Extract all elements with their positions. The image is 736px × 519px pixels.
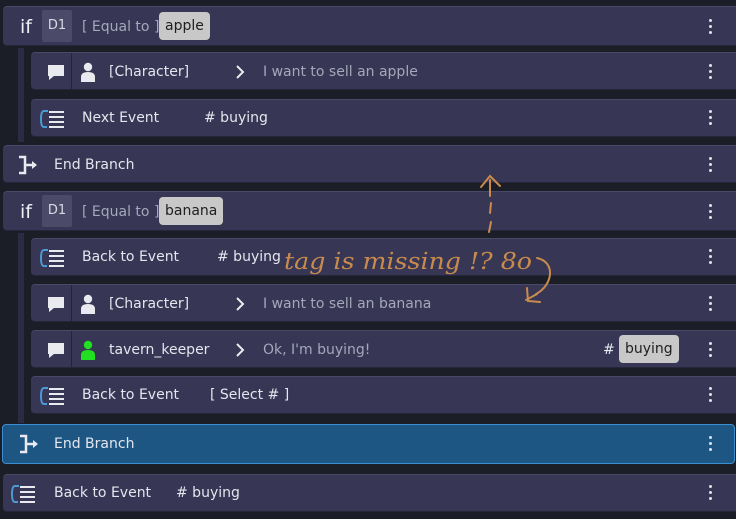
end-branch-label: End Branch — [54, 157, 135, 173]
character-selector[interactable]: [Character] — [109, 64, 189, 80]
jump-event-row[interactable]: Back to Event # buying — [31, 238, 736, 276]
speech-bubble-icon — [48, 343, 64, 358]
condition-row-apple[interactable]: if D1 [ Equal to ] apple — [3, 6, 736, 46]
jump-event-icon — [39, 249, 64, 267]
end-branch-row[interactable]: End Branch — [3, 145, 736, 183]
kebab-menu-icon[interactable] — [709, 387, 713, 405]
divider — [71, 53, 72, 89]
jump-event-row[interactable]: Back to Event [ Select # ] — [31, 376, 736, 414]
end-branch-icon — [20, 434, 38, 454]
kebab-menu-icon[interactable] — [709, 249, 713, 267]
person-icon — [81, 340, 95, 360]
jump-event-icon — [39, 387, 64, 405]
speech-bubble-icon — [48, 297, 64, 312]
kebab-menu-icon[interactable] — [709, 64, 713, 82]
kebab-menu-icon[interactable] — [709, 19, 713, 37]
text-event-row[interactable]: [Character] I want to sell an apple — [31, 52, 736, 90]
dialogue-text[interactable]: I want to sell an banana — [263, 296, 431, 312]
chevron-right-icon — [236, 65, 245, 79]
divider — [71, 285, 72, 321]
event-type-label: Back to Event — [82, 249, 180, 265]
event-tag[interactable]: # buying — [217, 249, 281, 265]
condition-operator[interactable]: [ Equal to ] — [82, 204, 159, 220]
jump-event-row[interactable]: Next Event # buying — [31, 99, 736, 137]
tag-chip[interactable]: buying — [619, 335, 679, 363]
end-branch-label: End Branch — [54, 436, 135, 452]
event-tag[interactable]: # buying — [176, 485, 240, 501]
condition-operator[interactable]: [ Equal to ] — [82, 19, 159, 35]
chevron-right-icon — [236, 297, 245, 311]
variable-chip[interactable]: D1 — [42, 195, 72, 227]
text-event-row[interactable]: [Character] I want to sell an banana — [31, 284, 736, 322]
dialogue-text[interactable]: I want to sell an apple — [263, 64, 418, 80]
kebab-menu-icon[interactable] — [709, 296, 713, 314]
kebab-menu-icon[interactable] — [709, 342, 713, 360]
tag-hash-label: # — [603, 342, 615, 358]
chevron-right-icon — [236, 343, 245, 357]
person-icon — [81, 62, 95, 82]
if-keyword: if — [20, 16, 32, 38]
end-branch-icon — [19, 155, 37, 175]
condition-value[interactable]: banana — [159, 197, 224, 225]
jump-event-icon — [39, 110, 64, 128]
kebab-menu-icon[interactable] — [709, 204, 713, 222]
divider — [71, 331, 72, 367]
text-event-row[interactable]: tavern_keeper Ok, I'm buying! # buying — [31, 330, 736, 368]
event-type-label: Next Event — [82, 110, 160, 126]
kebab-menu-icon[interactable] — [709, 485, 713, 503]
condition-value[interactable]: apple — [159, 12, 210, 40]
dialogue-text[interactable]: Ok, I'm buying! — [263, 342, 370, 358]
end-branch-row-selected[interactable]: End Branch — [2, 424, 735, 464]
event-tag-selector[interactable]: [ Select # ] — [210, 387, 289, 403]
character-selector[interactable]: [Character] — [109, 296, 189, 312]
branch-rail — [18, 48, 24, 142]
event-type-label: Back to Event — [82, 387, 180, 403]
character-selector[interactable]: tavern_keeper — [109, 342, 209, 358]
jump-event-icon — [10, 485, 35, 503]
branch-rail — [18, 233, 24, 423]
variable-chip[interactable]: D1 — [42, 10, 72, 42]
condition-row-banana[interactable]: if D1 [ Equal to ] banana — [3, 191, 736, 231]
jump-event-row[interactable]: Back to Event # buying — [3, 474, 736, 512]
if-keyword: if — [20, 201, 32, 223]
person-icon — [81, 294, 95, 314]
speech-bubble-icon — [48, 65, 64, 80]
kebab-menu-icon[interactable] — [709, 157, 713, 175]
event-tag[interactable]: # buying — [204, 110, 268, 126]
kebab-menu-icon[interactable] — [709, 110, 713, 128]
event-type-label: Back to Event — [54, 485, 152, 501]
kebab-menu-icon[interactable] — [709, 436, 713, 454]
